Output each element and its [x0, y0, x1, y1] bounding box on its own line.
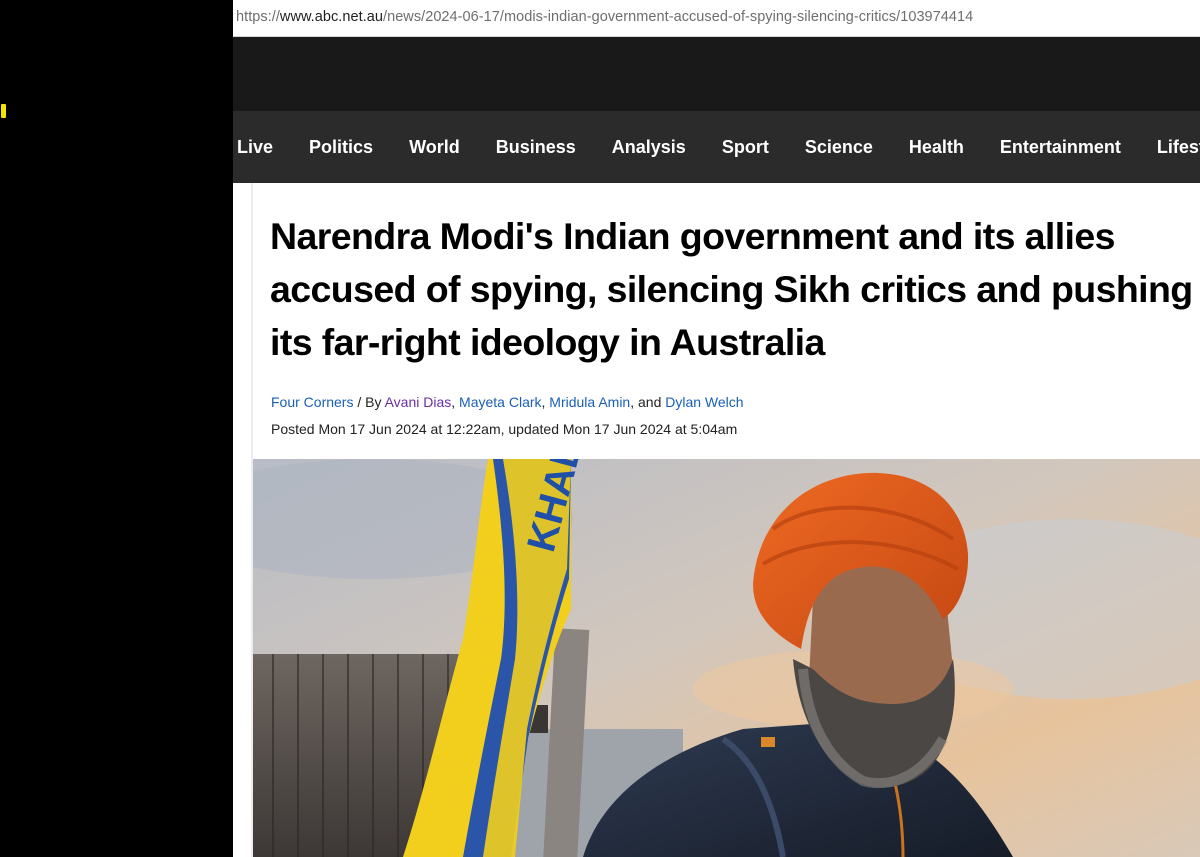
author-separator: , — [451, 394, 460, 410]
url-host: www.abc.net.au — [279, 9, 383, 25]
nav-item-world[interactable]: World — [409, 137, 460, 158]
nav-item-live[interactable]: Live — [237, 137, 273, 158]
article-headline: Narendra Modi's Indian government and it… — [270, 215, 1193, 363]
nav-item-lifestyle[interactable]: Lifestyle — [1157, 137, 1200, 158]
nav-item-entertainment[interactable]: Entertainment — [1000, 137, 1121, 158]
byline-separator: / By — [353, 394, 385, 410]
text-cursor-icon — [1, 104, 6, 118]
address-bar[interactable]: https://www.abc.net.au/news/2024-06-17/m… — [233, 0, 1200, 37]
nav-item-politics[interactable]: Politics — [309, 137, 373, 158]
hero-image[interactable]: KHALISTAN — [253, 459, 1200, 857]
url-text[interactable]: https://www.abc.net.au/news/2024-06-17/m… — [236, 9, 973, 25]
nav-item-sport[interactable]: Sport — [722, 137, 769, 158]
desktop-background — [0, 0, 233, 857]
author-separator: , and — [630, 394, 666, 410]
byline: Four Corners / By Avani Dias, Mayeta Cla… — [271, 394, 744, 410]
url-scheme: https:// — [236, 9, 280, 25]
author-link[interactable]: Mayeta Clark — [459, 394, 541, 410]
nav-item-health[interactable]: Health — [909, 137, 964, 158]
program-link[interactable]: Four Corners — [271, 394, 353, 410]
main-navigation: Live Politics World Business Analysis Sport Sc… — [233, 111, 1200, 183]
nav-item-business[interactable]: Business — [496, 137, 576, 158]
site-header — [233, 37, 1200, 111]
publish-date: Posted Mon 17 Jun 2024 at 12:22am, updat… — [271, 421, 738, 437]
author-link[interactable]: Dylan Welch — [665, 394, 743, 410]
article-content: Narendra Modi's Indian government and it… — [233, 183, 1200, 857]
author-link[interactable]: Avani Dias — [385, 394, 452, 410]
url-path: /news/2024-06-17/modis-indian-government… — [383, 9, 974, 25]
nav-item-analysis[interactable]: Analysis — [612, 137, 686, 158]
author-link[interactable]: Mridula Amin — [549, 394, 630, 410]
nav-item-science[interactable]: Science — [805, 137, 873, 158]
